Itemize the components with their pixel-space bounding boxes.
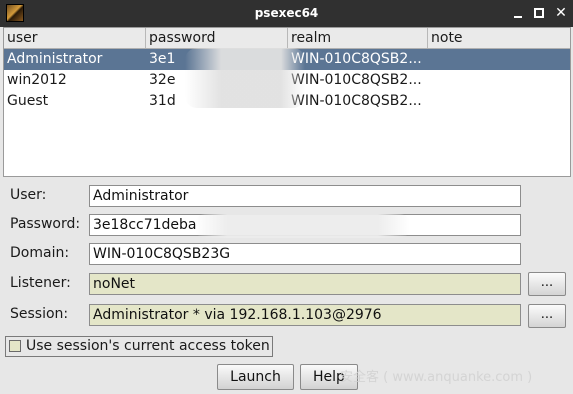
session-label: Session: [10,306,69,322]
session-field[interactable]: Administrator * via 192.168.1.103@2976 [89,304,521,326]
listener-label: Listener: [10,275,71,291]
column-header-realm[interactable]: realm [288,28,428,48]
cell-user: Guest [7,93,49,109]
domain-field[interactable]: WIN-010C8QSB23G [89,243,521,265]
table-row[interactable]: win2012 32e WIN-010C8QSB2... [4,70,570,91]
session-browse-button[interactable]: ... [528,304,566,328]
close-icon: ✕ [555,5,567,21]
password-label: Password: [10,216,81,232]
window-title: psexec64 [254,6,319,20]
maximize-icon [534,8,544,18]
listener-browse-button[interactable]: ... [528,272,566,296]
cell-realm: WIN-010C8QSB2... [291,72,422,88]
cell-user: Administrator [7,51,103,67]
minimize-button[interactable] [509,4,527,22]
table-header: user password realm note [4,28,570,49]
column-header-user[interactable]: user [4,28,146,48]
cell-password: 32e [149,72,176,88]
table-row[interactable]: Administrator 3e1 WIN-010C8QSB2... [4,49,570,70]
cell-note [428,49,570,70]
table-row[interactable]: Guest 31d WIN-010C8QSB2... [4,91,570,112]
access-token-option[interactable]: Use session's current access token [5,336,273,357]
close-button[interactable]: ✕ [552,4,570,22]
domain-label: Domain: [10,245,70,261]
title-bar: psexec64 ✕ [0,0,573,27]
cell-password: 3e1 [149,51,176,67]
column-header-password[interactable]: password [146,28,288,48]
access-token-label: Use session's current access token [26,338,270,354]
cell-realm: WIN-010C8QSB2... [291,51,422,67]
cell-note [428,70,570,91]
password-redaction [195,214,410,238]
watermark: 安全客 ( www.anquanke.com ) [340,370,533,385]
listener-field[interactable]: noNet [89,273,521,295]
launch-button[interactable]: Launch [217,364,294,390]
cell-user: win2012 [7,72,67,88]
cell-password: 31d [149,93,176,109]
user-field[interactable]: Administrator [89,185,521,207]
maximize-button[interactable] [530,4,548,22]
access-token-checkbox[interactable] [9,340,21,352]
credentials-table[interactable]: user password realm note Administrator 3… [3,27,571,177]
cell-note [428,91,570,112]
column-header-note[interactable]: note [428,28,570,48]
cell-realm: WIN-010C8QSB2... [291,93,422,109]
minimize-icon [514,16,522,18]
user-label: User: [10,187,47,203]
